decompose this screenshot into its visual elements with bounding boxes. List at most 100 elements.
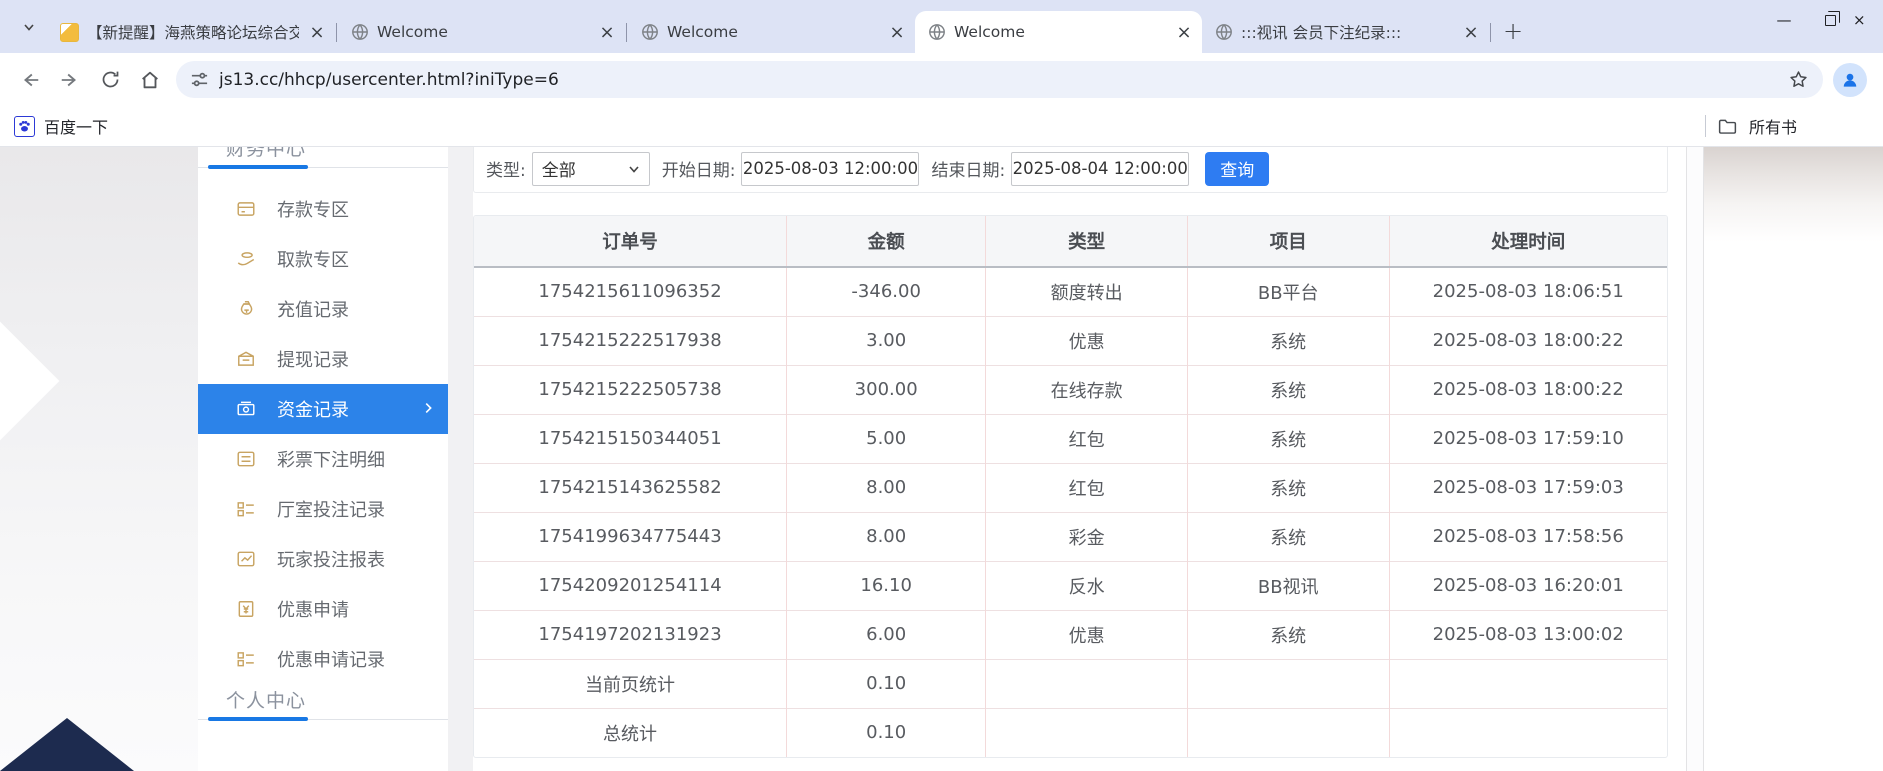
forum-favicon-icon (60, 23, 79, 42)
tab-close-icon[interactable]: × (597, 22, 617, 43)
tab[interactable]: Welcome× (628, 11, 915, 53)
table-row: 175420920125411416.10反水BB视讯2025-08-03 16… (474, 561, 1667, 610)
sidebar-item-lottery-detail[interactable]: 彩票下注明细 (198, 434, 448, 484)
page-scrollbar[interactable] (1686, 147, 1704, 771)
folder-icon (1717, 116, 1738, 137)
globe-favicon-icon (1214, 23, 1233, 42)
sidebar-item-player-report[interactable]: 玩家投注报表 (198, 534, 448, 584)
sidebar-item-label: 厅室投注记录 (277, 496, 385, 522)
sidebar-item-promo-record[interactable]: 优惠申请记录 (198, 634, 448, 684)
url-text[interactable]: js13.cc/hhcp/usercenter.html?iniType=6 (219, 70, 1788, 90)
table-row: 17541972021319236.00优惠系统2025-08-03 13:00… (474, 610, 1667, 659)
table-body: 1754215611096352-346.00额度转出BB平台2025-08-0… (474, 267, 1667, 757)
bookmark-baidu[interactable]: 百度一下 (14, 114, 108, 138)
tab-close-icon[interactable]: × (307, 22, 327, 43)
page-content: 财务中心 存款专区取款专区充值记录提现记录资金记录彩票下注明细厅室投注记录玩家投… (0, 147, 1883, 771)
minimize-button[interactable]: — (1761, 0, 1807, 40)
bookmark-star-icon[interactable] (1788, 69, 1809, 90)
profile-avatar[interactable] (1833, 63, 1867, 97)
table-cell: 8.00 (787, 463, 986, 512)
reload-icon (100, 69, 121, 90)
chevron-down-icon (22, 20, 36, 34)
table-cell: 彩金 (986, 512, 1188, 561)
browser-window: 【新提醒】海燕策略论坛综合交×Welcome×Welcome×Welcome×:… (0, 0, 1883, 771)
table-cell: 1754215611096352 (474, 267, 787, 316)
sidebar-item-withdrawal-wallet[interactable]: 提现记录 (198, 334, 448, 384)
home-button[interactable] (130, 60, 170, 100)
table-cell: 反水 (986, 561, 1188, 610)
forward-arrow-icon (59, 69, 81, 91)
column-header: 金额 (787, 216, 986, 267)
table-cell: 2025-08-03 16:20:01 (1389, 561, 1667, 610)
select-caret-icon (628, 163, 640, 175)
table-cell: 总统计 (474, 708, 787, 757)
sidebar-menu: 存款专区取款专区充值记录提现记录资金记录彩票下注明细厅室投注记录玩家投注报表优惠… (198, 184, 448, 684)
table-cell: 0.10 (787, 708, 986, 757)
tab-list: 【新提醒】海燕策略论坛综合交×Welcome×Welcome×Welcome×:… (48, 11, 1492, 53)
tab[interactable]: :::视讯 会员下注纪录:::× (1202, 11, 1489, 53)
reload-button[interactable] (90, 60, 130, 100)
promo-apply-icon (236, 599, 256, 619)
tab-search-button[interactable] (14, 12, 44, 42)
table-cell (986, 659, 1188, 708)
sidebar-item-funds-cash[interactable]: 资金记录 (198, 384, 448, 434)
tab[interactable]: Welcome× (338, 11, 625, 53)
lottery-detail-icon (236, 449, 256, 469)
back-button[interactable] (10, 60, 50, 100)
funds-cash-icon (236, 399, 256, 419)
table-header-row: 订单号金额类型项目处理时间 (474, 216, 1667, 267)
tab-divider (1490, 23, 1491, 42)
new-tab-button[interactable]: + (1498, 16, 1528, 46)
table-cell: 2025-08-03 18:06:51 (1389, 267, 1667, 316)
bookmarks-divider (1705, 115, 1706, 137)
sidebar-item-label: 优惠申请 (277, 596, 349, 622)
sidebar-item-label: 优惠申请记录 (277, 646, 385, 672)
filter-bar: 类型: 全部 开始日期: 2025-08-03 12:00:00 结束日期: 2… (473, 147, 1668, 193)
background-chevron-shape (0, 322, 59, 441)
type-select[interactable]: 全部 (532, 152, 650, 186)
table-row: 17542151503440515.00红包系统2025-08-03 17:59… (474, 414, 1667, 463)
tab-close-icon[interactable]: × (1174, 22, 1194, 43)
page-background-gap (448, 147, 473, 771)
tab-close-icon[interactable]: × (887, 22, 907, 43)
table-cell: 2025-08-03 17:59:10 (1389, 414, 1667, 463)
window-controls: — × (1761, 0, 1883, 40)
end-date-input[interactable]: 2025-08-04 12:00:00 (1011, 152, 1189, 186)
sidebar-item-hall-bet[interactable]: 厅室投注记录 (198, 484, 448, 534)
table-cell: 1754209201254114 (474, 561, 787, 610)
close-window-button[interactable]: × (1853, 0, 1883, 40)
site-settings-icon[interactable] (190, 70, 209, 89)
start-date-input[interactable]: 2025-08-03 12:00:00 (741, 152, 919, 186)
forward-button[interactable] (50, 60, 90, 100)
tab-divider (626, 23, 627, 42)
sidebar-item-promo-apply[interactable]: 优惠申请 (198, 584, 448, 634)
table-cell: BB视讯 (1187, 561, 1389, 610)
tab-active[interactable]: Welcome× (915, 11, 1202, 53)
table-cell: 16.10 (787, 561, 986, 610)
records-table: 订单号金额类型项目处理时间 1754215611096352-346.00额度转… (474, 216, 1667, 757)
tab-divider (336, 23, 337, 42)
tab[interactable]: 【新提醒】海燕策略论坛综合交× (48, 11, 335, 53)
restore-button[interactable] (1807, 0, 1853, 40)
all-bookmarks[interactable]: 所有书 (1705, 114, 1883, 138)
sidebar-item-recharge-bag[interactable]: 充值记录 (198, 284, 448, 334)
search-button[interactable]: 查询 (1205, 152, 1269, 186)
table-cell: 系统 (1187, 365, 1389, 414)
column-header: 类型 (986, 216, 1188, 267)
column-header: 处理时间 (1389, 216, 1667, 267)
address-bar[interactable]: js13.cc/hhcp/usercenter.html?iniType=6 (176, 61, 1823, 98)
chevron-right-icon (420, 400, 436, 416)
table-cell: 0.10 (787, 659, 986, 708)
section-divider (198, 719, 448, 720)
tab-title: :::视讯 会员下注纪录::: (1241, 21, 1453, 43)
sidebar-item-withdraw-hand[interactable]: 取款专区 (198, 234, 448, 284)
sidebar-item-deposit-card[interactable]: 存款专区 (198, 184, 448, 234)
player-report-icon (236, 549, 256, 569)
table-cell: 3.00 (787, 316, 986, 365)
start-date-label: 开始日期: (662, 156, 736, 181)
recharge-bag-icon (236, 299, 256, 319)
table-row: 17542152225179383.00优惠系统2025-08-03 18:00… (474, 316, 1667, 365)
background-navy-triangle (0, 718, 134, 771)
sidebar-item-label: 充值记录 (277, 296, 349, 322)
tab-close-icon[interactable]: × (1461, 22, 1481, 43)
